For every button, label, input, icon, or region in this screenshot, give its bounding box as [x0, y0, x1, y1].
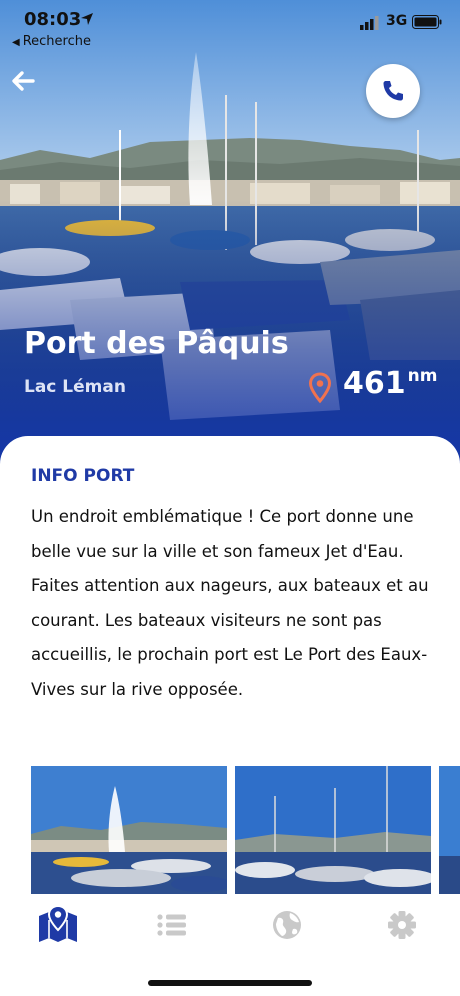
status-time: 08:03: [24, 9, 82, 30]
home-indicator[interactable]: [148, 980, 312, 986]
map-pin-icon: [308, 372, 332, 404]
back-triangle-icon: ◀: [12, 37, 20, 48]
location-arrow-icon: [81, 13, 93, 25]
globe-icon: [273, 911, 301, 939]
gallery-photo-image: [235, 766, 431, 894]
battery-icon: [412, 15, 442, 29]
port-title: Port des Pâquis: [24, 326, 289, 361]
phone-icon: [383, 81, 403, 101]
map-icon: [39, 904, 77, 942]
gallery-photo[interactable]: [235, 766, 431, 894]
tab-map[interactable]: [35, 902, 81, 948]
gallery-photo[interactable]: [31, 766, 227, 894]
photo-gallery[interactable]: [0, 766, 460, 894]
distance-value: 461: [343, 366, 406, 401]
gear-icon: [388, 911, 416, 939]
call-button[interactable]: [366, 64, 420, 118]
distance: 461 nm: [343, 366, 437, 401]
network-type: 3G: [386, 13, 408, 29]
distance-unit: nm: [407, 366, 438, 386]
tab-settings[interactable]: [379, 902, 425, 948]
port-subtitle: Lac Léman: [24, 377, 126, 397]
info-title: INFO PORT: [31, 466, 135, 486]
info-text: Un endroit emblématique ! Ce port donne …: [31, 507, 429, 699]
gallery-photo-image: [31, 766, 227, 894]
back-button[interactable]: [8, 66, 38, 96]
gallery-photo[interactable]: [439, 766, 460, 894]
tab-globe[interactable]: [264, 902, 310, 948]
list-icon: [157, 914, 186, 936]
arrow-left-icon: [12, 71, 35, 91]
signal-icon: [360, 16, 379, 30]
status-bar: 08:03 ◀ Recherche 3G: [0, 0, 460, 60]
back-app-label: Recherche: [22, 34, 91, 49]
tab-list[interactable]: [149, 902, 195, 948]
gallery-photo-image: [439, 766, 460, 894]
back-to-app[interactable]: ◀ Recherche: [12, 34, 91, 49]
